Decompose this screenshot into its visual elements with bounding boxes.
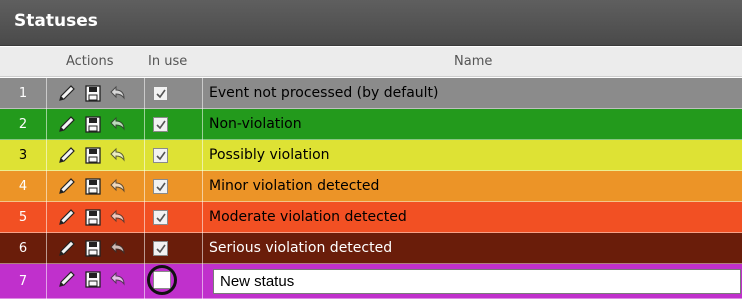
in-use-cell [144,140,202,171]
in-use-cell [144,264,202,299]
save-icon[interactable] [83,84,103,103]
status-name[interactable]: Non-violation [202,109,742,140]
row-number: 6 [18,241,28,256]
undo-icon[interactable] [107,84,127,103]
undo-icon[interactable] [107,146,127,165]
pencil-icon[interactable] [57,270,77,289]
pencil-icon[interactable] [57,239,77,258]
row-number: 7 [18,274,28,289]
pencil-icon[interactable] [57,208,77,227]
status-name[interactable]: Event not processed (by default) [202,78,742,109]
in-use-checkbox[interactable] [153,179,168,194]
undo-icon[interactable] [107,270,127,289]
status-name[interactable]: Minor violation detected [202,171,742,202]
panel-title-bar: Statuses [0,0,742,46]
row-number: 5 [18,210,28,225]
row-actions [46,109,144,140]
save-icon[interactable] [83,208,103,227]
undo-icon[interactable] [107,115,127,134]
in-use-checkbox[interactable] [153,86,168,101]
highlight-circle [147,265,177,295]
new-status-name-cell [202,264,742,299]
row-actions [46,78,144,109]
row-actions [46,233,144,264]
in-use-cell [144,202,202,233]
status-name[interactable]: Possibly violation [202,140,742,171]
undo-icon[interactable] [107,177,127,196]
row-actions [46,264,144,299]
row-number: 1 [18,86,28,101]
row-actions [46,202,144,233]
save-icon[interactable] [83,115,103,134]
status-row: 3 Possibly violation [0,140,742,171]
column-header-actions: Actions [66,54,114,69]
in-use-checkbox[interactable] [153,241,168,256]
new-status-name-input[interactable] [213,269,741,294]
new-status-row: 7 [0,264,742,299]
pencil-icon[interactable] [57,84,77,103]
row-number: 2 [18,117,28,132]
statuses-panel: Statuses Actions In use Name 1 Event not … [0,0,742,308]
pencil-icon[interactable] [57,146,77,165]
in-use-cell [144,78,202,109]
table-header: Actions In use Name [0,47,742,77]
status-row: 5 Moderate violation detected [0,202,742,233]
panel-title: Statuses [14,11,98,31]
in-use-cell [144,233,202,264]
row-actions [46,140,144,171]
pencil-icon[interactable] [57,177,77,196]
pencil-icon[interactable] [57,115,77,134]
row-number: 3 [18,148,28,163]
save-icon[interactable] [83,146,103,165]
undo-icon[interactable] [107,239,127,258]
column-header-in-use: In use [148,54,188,69]
status-table-body: 1 Event not processed (by default) 2 Non-vi… [0,78,742,299]
status-row: 6 Serious violation detected [0,233,742,264]
row-number: 4 [18,179,28,194]
status-row: 2 Non-violation [0,109,742,140]
in-use-checkbox[interactable] [153,148,168,163]
undo-icon[interactable] [107,208,127,227]
status-row: 4 Minor violation detected [0,171,742,202]
in-use-cell [144,109,202,140]
in-use-cell [144,171,202,202]
save-icon[interactable] [83,239,103,258]
status-name[interactable]: Serious violation detected [202,233,742,264]
save-icon[interactable] [83,177,103,196]
in-use-checkbox[interactable] [153,117,168,132]
save-icon[interactable] [83,270,103,289]
row-actions [46,171,144,202]
in-use-checkbox[interactable] [153,210,168,225]
status-name[interactable]: Moderate violation detected [202,202,742,233]
column-header-name: Name [454,54,493,69]
status-row: 1 Event not processed (by default) [0,78,742,109]
